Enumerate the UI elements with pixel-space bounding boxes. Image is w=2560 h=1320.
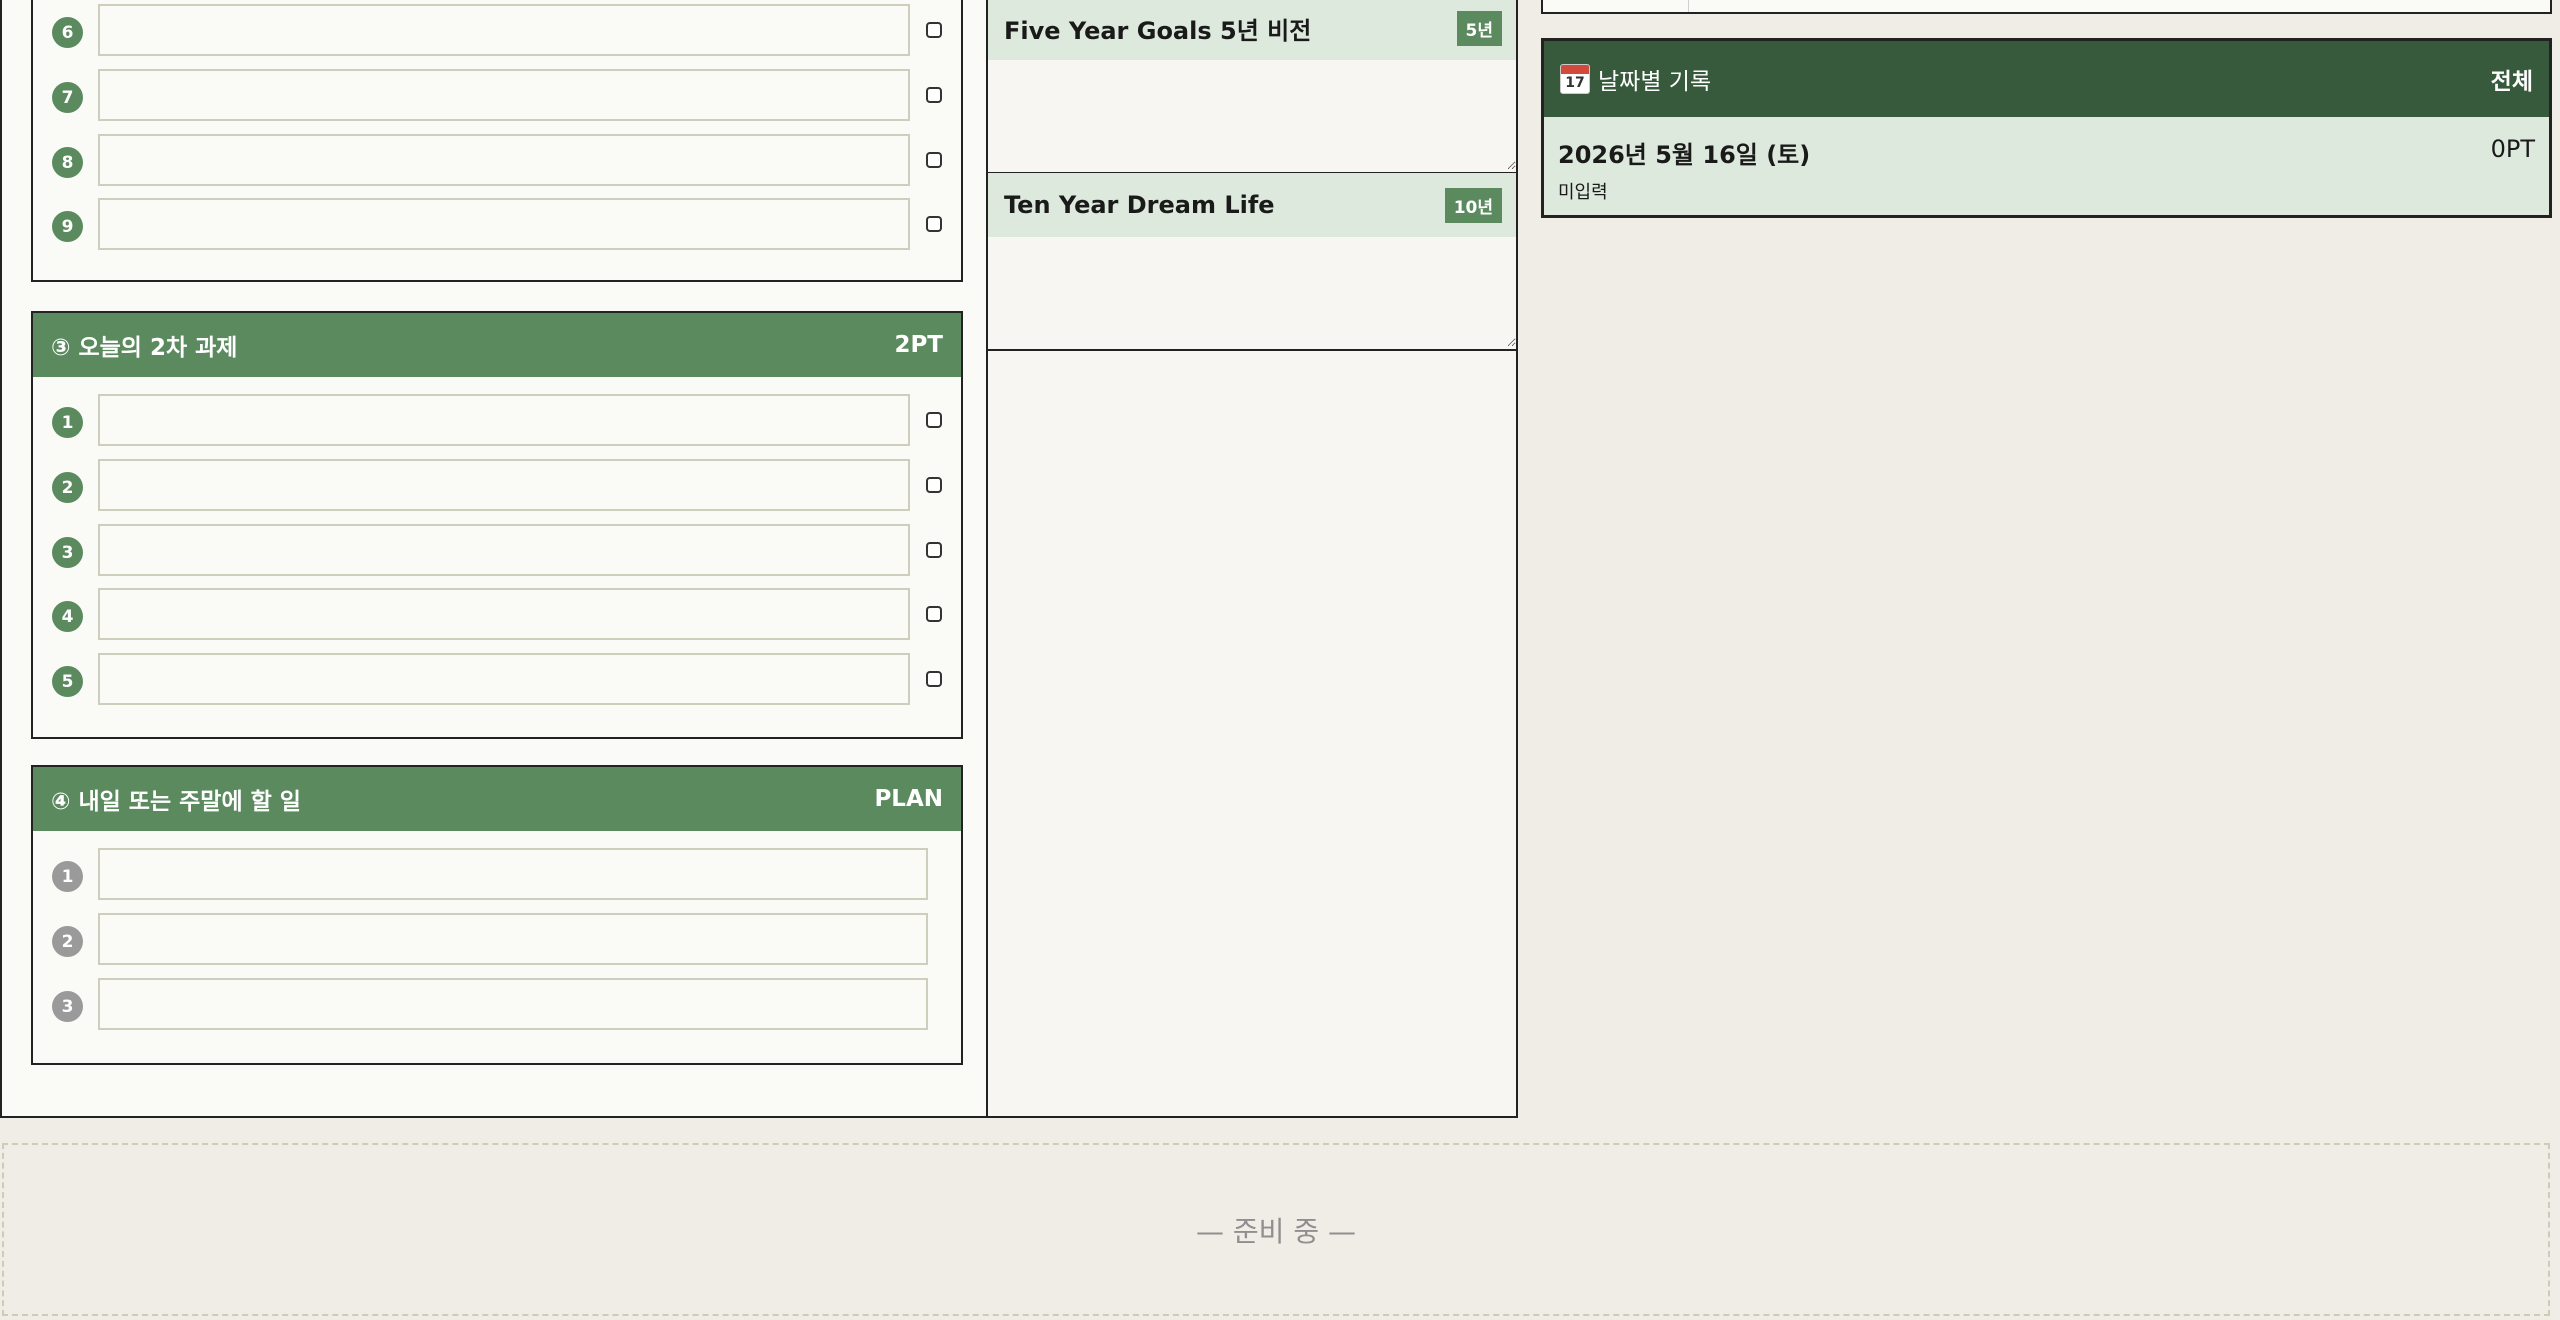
task-number: 8 (52, 147, 83, 178)
section-title: ④ 내일 또는 주말에 할 일 (51, 789, 301, 815)
task-section-first: 6 7 8 9 (31, 0, 963, 282)
plan-number: 2 (52, 926, 83, 957)
section-title: ③ 오늘의 2차 과제 (51, 335, 238, 361)
task-input[interactable] (98, 653, 910, 705)
ten-year-dream-box: Ten Year Dream Life 10년 (988, 173, 1516, 351)
plan-input[interactable] (98, 848, 928, 900)
task-checkbox[interactable] (926, 87, 942, 103)
ten-year-dream-textarea[interactable] (988, 237, 1516, 347)
task-checkbox[interactable] (926, 606, 942, 622)
task-input[interactable] (98, 69, 910, 121)
task-row: 3 (33, 524, 961, 580)
task-checkbox[interactable] (926, 412, 942, 428)
view-all-button[interactable]: 전체 (2491, 62, 2533, 96)
vision-panel: Five Year Goals 5년 비전 5년 Ten Year Dream … (986, 0, 1518, 1118)
task-input[interactable] (98, 588, 910, 640)
task-checkbox[interactable] (926, 22, 942, 38)
plan-row: 3 (33, 978, 961, 1034)
task-input[interactable] (98, 394, 910, 446)
vision-header: Ten Year Dream Life 10년 (988, 173, 1516, 237)
task-input[interactable] (98, 198, 910, 250)
log-title: 날짜별 기록 (1598, 69, 1712, 95)
plan-row: 2 (33, 913, 961, 969)
task-row: 7 (33, 69, 961, 125)
plan-input[interactable] (98, 978, 928, 1030)
task-number: 9 (52, 211, 83, 242)
log-entry-points: 0PT (2490, 135, 2535, 163)
five-year-goals-box: Five Year Goals 5년 비전 5년 (988, 0, 1516, 174)
vision-badge: 10년 (1444, 187, 1502, 223)
vision-title: Five Year Goals 5년 비전 (1004, 16, 1312, 45)
task-row: 2 (33, 459, 961, 515)
task-input[interactable] (98, 134, 910, 186)
task-checkbox[interactable] (926, 152, 942, 168)
log-header-left: 17 날짜별 기록 (1560, 62, 1711, 96)
task-section-plan: ④ 내일 또는 주말에 할 일 PLAN 1 2 3 (31, 765, 963, 1065)
coming-soon-placeholder: — 준비 중 — (2, 1143, 2550, 1316)
task-row: 9 (33, 198, 961, 254)
log-entry-status: 미입력 (1558, 182, 1608, 203)
task-checkbox[interactable] (926, 216, 942, 232)
task-row: 1 (33, 394, 961, 450)
task-checkbox[interactable] (926, 477, 942, 493)
plan-number: 1 (52, 861, 83, 892)
task-number: 3 (52, 537, 83, 568)
date-log-panel: 17 날짜별 기록 전체 2026년 5월 16일 (토) 0PT 미입력 (1541, 38, 2552, 218)
log-header: 17 날짜별 기록 전체 (1544, 41, 2549, 117)
task-row: 8 (33, 134, 961, 190)
section-badge: PLAN (874, 786, 943, 812)
task-number: 5 (52, 666, 83, 697)
divider (1688, 0, 1689, 12)
plan-input[interactable] (98, 913, 928, 965)
five-year-goals-textarea[interactable] (988, 60, 1516, 170)
task-number: 6 (52, 17, 83, 48)
task-number: 1 (52, 407, 83, 438)
section-points: 2PT (894, 332, 943, 358)
task-checkbox[interactable] (926, 671, 942, 687)
plan-row: 1 (33, 848, 961, 904)
vision-header: Five Year Goals 5년 비전 5년 (988, 0, 1516, 60)
task-panel: 6 7 8 9 ③ 오늘의 2차 과제 2PT 1 2 3 4 5 ④ 내일 또… (0, 0, 988, 1118)
task-section-second: ③ 오늘의 2차 과제 2PT 1 2 3 4 5 (31, 311, 963, 739)
task-number: 7 (52, 82, 83, 113)
task-input[interactable] (98, 459, 910, 511)
task-checkbox[interactable] (926, 542, 942, 558)
task-row: 6 (33, 4, 961, 60)
plan-number: 3 (52, 991, 83, 1022)
vision-badge: 5년 (1456, 10, 1502, 46)
section-header: ③ 오늘의 2차 과제 2PT (33, 313, 961, 377)
calendar-icon: 17 (1560, 64, 1590, 94)
task-input[interactable] (98, 4, 910, 56)
task-row: 4 (33, 588, 961, 644)
task-row: 5 (33, 653, 961, 709)
task-input[interactable] (98, 524, 910, 576)
task-number: 4 (52, 601, 83, 632)
top-panel-edge (1541, 0, 2552, 14)
section-header: ④ 내일 또는 주말에 할 일 PLAN (33, 767, 961, 831)
vision-title: Ten Year Dream Life (1004, 191, 1275, 219)
task-number: 2 (52, 472, 83, 503)
log-entry[interactable]: 2026년 5월 16일 (토) 0PT 미입력 (1544, 117, 2549, 204)
placeholder-text: — 준비 중 — (1196, 1214, 1356, 1248)
log-entry-date: 2026년 5월 16일 (토) (1558, 141, 1811, 169)
